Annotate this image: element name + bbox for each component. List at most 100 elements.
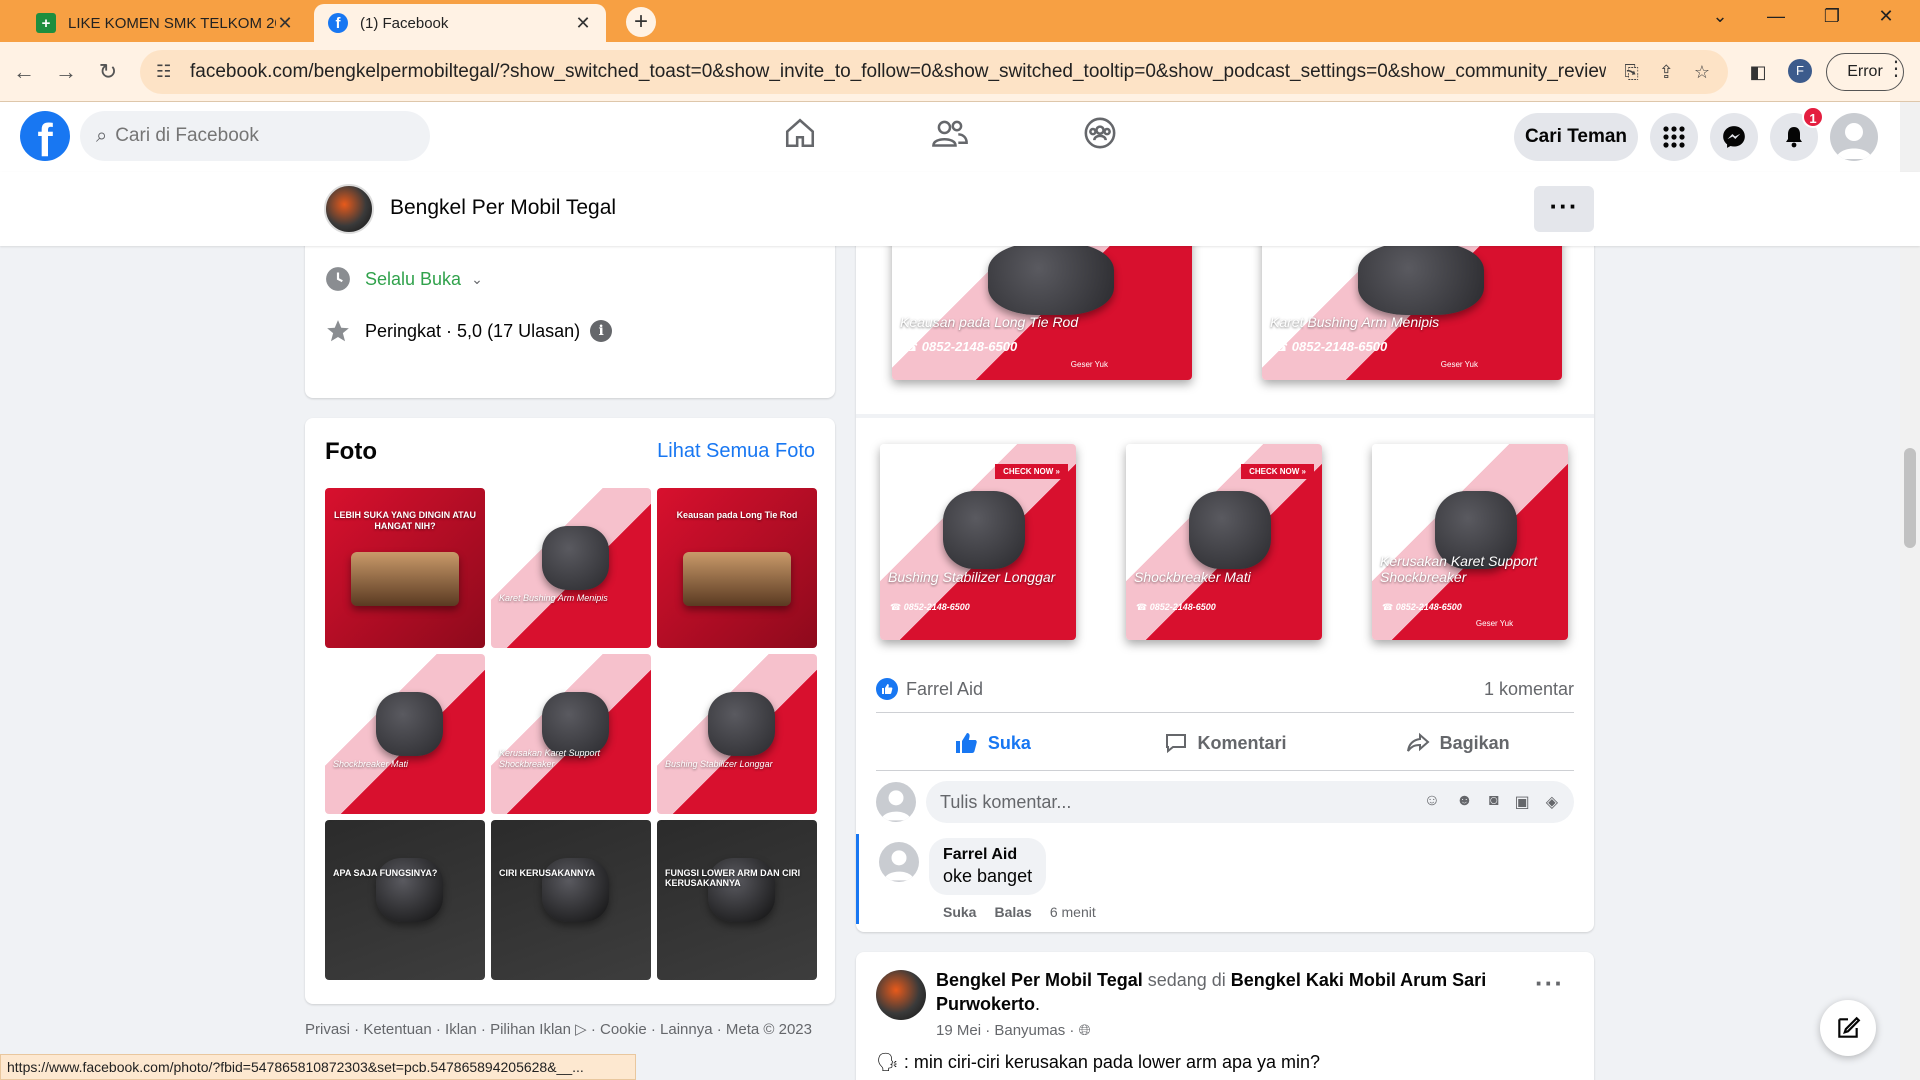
photo-caption: Karet Bushing Arm Menipis — [1270, 313, 1440, 330]
post-options-icon[interactable]: ··· — [1535, 968, 1564, 999]
search-icon: ⌕ — [96, 124, 108, 147]
nav-groups[interactable] — [1060, 116, 1140, 158]
back-icon[interactable]: ← — [6, 54, 42, 90]
sticker-icon[interactable]: ◈ — [1546, 792, 1558, 812]
photo-thumbnail[interactable]: Shockbreaker Mati ☎ 0852-2148-6500 CHECK N… — [1126, 444, 1322, 640]
share-icon[interactable]: ⇪ — [1659, 62, 1674, 83]
comment-count[interactable]: 1 komentar — [1484, 679, 1574, 700]
like-button[interactable]: Suka — [876, 718, 1109, 768]
post-card: Keausan pada Long Tie Rod ☎ 0852-2148-650… — [856, 200, 1594, 932]
default-avatar-icon — [1836, 123, 1872, 159]
facebook-logo-icon[interactable]: f — [20, 111, 70, 161]
page-title[interactable]: Bengkel Per Mobil Tegal — [390, 196, 616, 220]
new-tab-button[interactable]: + — [626, 7, 656, 37]
hours-row[interactable]: Selalu Buka ⌄ — [325, 266, 483, 292]
photo-thumbnail[interactable]: Shockbreaker Mati — [325, 654, 485, 814]
minimize-icon[interactable]: — — [1756, 6, 1796, 27]
photo-thumbnail[interactable]: FUNGSI LOWER ARM DAN CIRI KERUSAKANNYA — [657, 820, 817, 980]
photo-thumbnail[interactable]: Bushing Stabilizer Longgar — [657, 654, 817, 814]
browser-tab-sheets[interactable]: + LIKE KOMEN SMK TELKOM 202 ✕ — [22, 4, 308, 42]
comment-like-link[interactable]: Suka — [943, 904, 976, 920]
photo-caption: Keausan pada Long Tie Rod — [676, 510, 798, 521]
page-more-button[interactable]: ··· — [1534, 186, 1594, 232]
photo-thumbnail[interactable]: LEBIH SUKA YANG DINGIN ATAU HANGAT NIH? — [325, 488, 485, 648]
account-avatar[interactable] — [1830, 113, 1878, 161]
my-avatar[interactable] — [876, 782, 916, 822]
search-input[interactable] — [115, 125, 396, 147]
post-author-avatar[interactable] — [876, 970, 926, 1020]
install-icon[interactable]: ⎘ — [1624, 62, 1638, 83]
post-connector: sedang di — [1142, 970, 1231, 990]
post-media-collage[interactable]: Keausan pada Long Tie Rod ☎ 0852-2148-650… — [856, 200, 1594, 664]
divider — [876, 712, 1574, 713]
camera-icon[interactable]: ◙ — [1489, 792, 1499, 812]
browser-tab-facebook[interactable]: f (1) Facebook ✕ — [314, 4, 606, 42]
profile-avatar[interactable]: F — [1788, 59, 1812, 83]
scrollbar-thumb[interactable] — [1904, 448, 1916, 548]
page-scrollbar[interactable] — [1900, 102, 1920, 1080]
side-panel-icon[interactable]: ◧ — [1742, 56, 1774, 88]
like-label: Suka — [987, 732, 1031, 753]
photo-caption: Bushing Stabilizer Longgar — [888, 568, 1056, 585]
bookmark-star-icon[interactable]: ☆ — [1694, 62, 1710, 83]
close-icon[interactable]: ✕ — [574, 13, 592, 34]
reload-icon[interactable]: ↻ — [90, 54, 126, 90]
commenter-avatar[interactable] — [879, 842, 919, 882]
photo-thumbnail[interactable]: Karet Bushing Arm Menipis — [491, 488, 651, 648]
new-message-button[interactable] — [1820, 1000, 1876, 1056]
photo-caption: APA SAJA FUNGSINYA? — [333, 868, 438, 878]
photo-caption: Karet Bushing Arm Menipis — [499, 592, 608, 603]
tab-search-icon[interactable]: ⌄ — [1700, 6, 1740, 27]
photo-caption: Shockbreaker Mati — [1134, 568, 1251, 585]
share-button[interactable]: Bagikan — [1341, 718, 1574, 768]
photo-caption: Bushing Stabilizer Longgar — [665, 758, 773, 769]
find-friends-button[interactable]: Cari Teman — [1514, 113, 1638, 161]
photo-thumbnail[interactable]: Keausan pada Long Tie Rod — [657, 488, 817, 648]
nav-friends[interactable] — [910, 116, 990, 158]
page-avatar[interactable] — [324, 184, 374, 234]
bell-icon — [1786, 127, 1802, 148]
browser-toolbar: ← → ↻ ☷ facebook.com/bengkelpermobiltega… — [0, 42, 1920, 102]
comment-input[interactable]: Tulis komentar... ☺ ☻ ◙ ▣ ◈ — [926, 781, 1574, 823]
comment-reply-link[interactable]: Balas — [994, 904, 1031, 920]
photo-thumbnail[interactable]: Bushing Stabilizer Longgar ☎ 0852-2148-65… — [880, 444, 1076, 640]
comment-author[interactable]: Farrel Aid — [943, 846, 1032, 864]
photo-caption: Keausan pada Long Tie Rod — [900, 313, 1079, 330]
info-icon[interactable]: i — [590, 320, 613, 342]
facebook-icon: f — [328, 13, 348, 33]
site-settings-icon[interactable]: ☷ — [156, 62, 182, 82]
comment-time[interactable]: 6 menit — [1050, 904, 1096, 920]
search-box[interactable]: ⌕ — [80, 111, 430, 161]
url-text: facebook.com/bengkelpermobiltegal/?show_… — [190, 61, 1607, 82]
post-date[interactable]: 19 Mei · Banyumas · — [936, 1022, 1074, 1039]
comment-icon — [1165, 734, 1186, 754]
see-all-photos-link[interactable]: Lihat Semua Foto — [657, 440, 815, 463]
chevron-down-icon: ⌄ — [471, 270, 483, 287]
address-bar[interactable]: ☷ facebook.com/bengkelpermobiltegal/?sho… — [140, 50, 1728, 94]
phone-number: ☎ 0852-2148-6500 — [890, 602, 970, 612]
comment-button[interactable]: Komentari — [1109, 718, 1342, 768]
menu-button[interactable] — [1650, 113, 1698, 161]
post-author[interactable]: Bengkel Per Mobil Tegal — [936, 970, 1143, 990]
restore-icon[interactable]: ❐ — [1812, 6, 1852, 27]
footer-links[interactable]: Privasi · Ketentuan · Iklan · Pilihan Ik… — [305, 1020, 825, 1040]
close-icon[interactable]: ✕ — [276, 13, 294, 34]
photo-thumbnail[interactable]: CIRI KERUSAKANNYA — [491, 820, 651, 980]
forward-icon[interactable]: → — [48, 54, 84, 90]
post-meta: 19 Mei · Banyumas · 🌐︎ — [936, 1022, 1091, 1039]
swipe-cta: Geser Yuk — [1440, 360, 1478, 370]
comment-label: Komentari — [1197, 732, 1287, 753]
avatar-sticker-icon[interactable]: ☺ — [1424, 792, 1440, 812]
photo-thumbnail[interactable]: APA SAJA FUNGSINYA? — [325, 820, 485, 980]
liker-name[interactable]: Farrel Aid — [906, 679, 983, 700]
window-close-icon[interactable]: ✕ — [1866, 6, 1906, 27]
emoji-icon[interactable]: ☻ — [1456, 792, 1473, 812]
part-shape — [1188, 491, 1272, 570]
photo-thumbnail[interactable]: Kerusakan Karet Support Shockbreaker — [491, 654, 651, 814]
nav-home[interactable] — [760, 116, 840, 158]
gif-icon[interactable]: ▣ — [1515, 792, 1530, 812]
photo-thumbnail[interactable]: Kerusakan Karet Support Shockbreaker ☎ 08… — [1372, 444, 1568, 640]
browser-menu-icon[interactable]: ⋮ — [1886, 56, 1906, 81]
messenger-button[interactable] — [1710, 113, 1758, 161]
post-header: Bengkel Per Mobil Tegal sedang di Bengke… — [936, 970, 1487, 1014]
